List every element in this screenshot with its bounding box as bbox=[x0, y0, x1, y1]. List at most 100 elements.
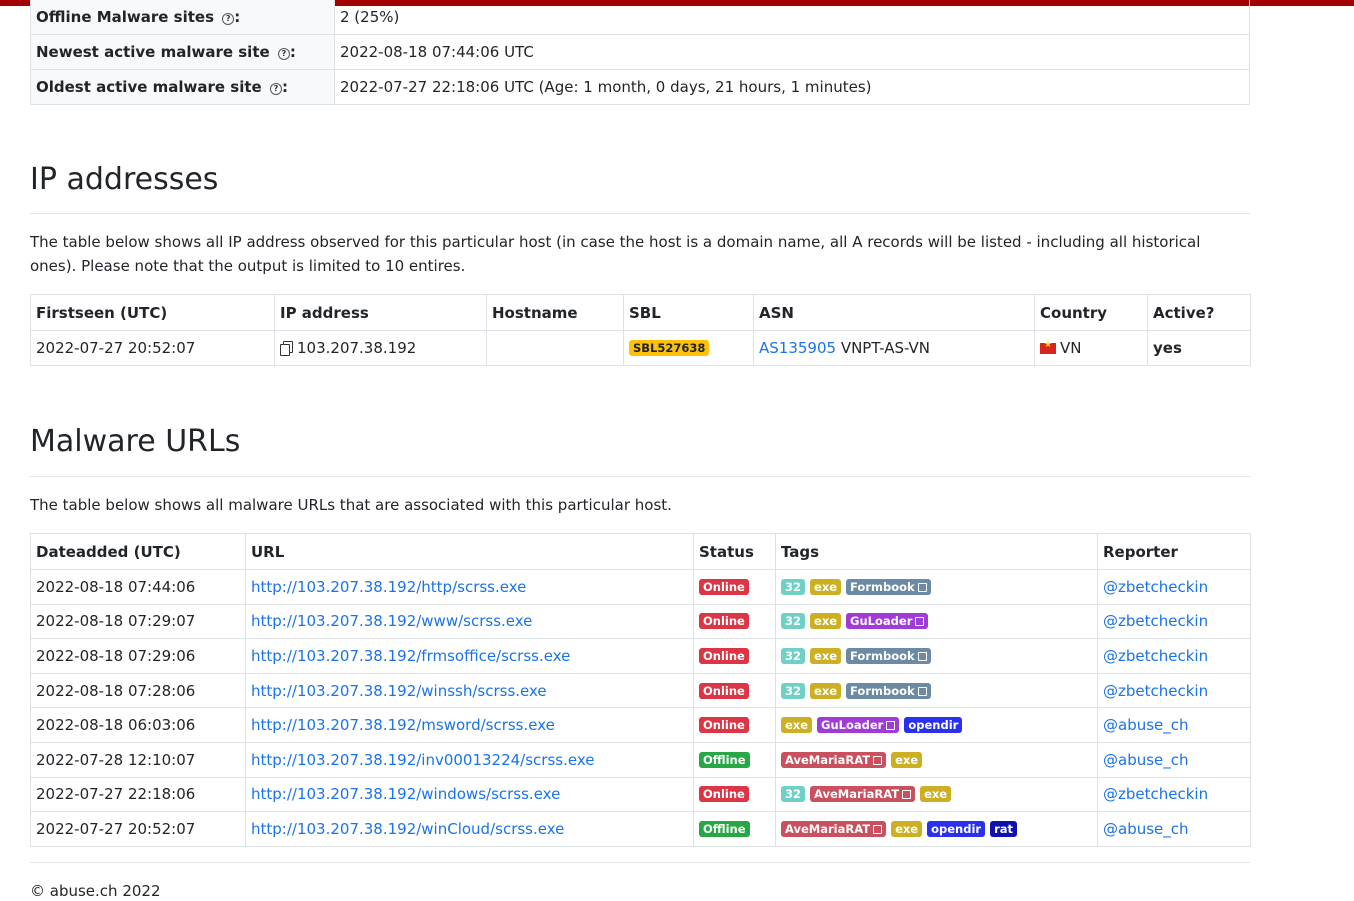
sbl-badge[interactable]: SBL527638 bbox=[629, 340, 710, 356]
malware-url-link[interactable]: http://103.207.38.192/msword/scrss.exe bbox=[251, 716, 555, 734]
ip-description: The table below shows all IP address obs… bbox=[30, 233, 1201, 275]
tag-label: 32 bbox=[785, 648, 802, 663]
tag-badge[interactable]: Formbook bbox=[846, 578, 931, 595]
col-tags[interactable]: Tags bbox=[775, 533, 1098, 570]
tag-badge[interactable]: exe bbox=[781, 717, 813, 734]
tag-label: exe bbox=[814, 683, 838, 698]
tag-badge[interactable]: 32 bbox=[781, 578, 806, 595]
table-row: 2022-07-28 12:10:07 http://103.207.38.192… bbox=[30, 741, 1251, 778]
tag-badge[interactable]: AveMariaRAT bbox=[781, 751, 887, 768]
stat-label: Offline Malware sites ?: bbox=[30, 0, 335, 35]
ip-addresses-table: Firstseen (UTC) IP address Hostname SBL … bbox=[30, 294, 1251, 366]
table-header-row: Firstseen (UTC) IP address Hostname SBL … bbox=[30, 294, 1251, 331]
external-link-icon bbox=[886, 721, 896, 731]
hostname-cell bbox=[486, 330, 624, 366]
tag-label: exe bbox=[814, 614, 838, 629]
tags-cell: 32 exe Formbook bbox=[775, 672, 1098, 709]
help-icon[interactable]: ? bbox=[269, 83, 282, 95]
reporter-link[interactable]: @zbetcheckin bbox=[1103, 682, 1208, 700]
tag-label: GuLoader bbox=[821, 718, 884, 733]
tag-badge[interactable]: 32 bbox=[781, 613, 806, 630]
malware-url-link[interactable]: http://103.207.38.192/frmsoffice/scrss.e… bbox=[251, 647, 570, 665]
help-icon[interactable]: ? bbox=[277, 48, 290, 60]
col-sbl[interactable]: SBL bbox=[623, 294, 754, 331]
col-firstseen[interactable]: Firstseen (UTC) bbox=[30, 294, 275, 331]
malware-url-link[interactable]: http://103.207.38.192/winCloud/scrss.exe bbox=[251, 820, 564, 838]
reporter-cell: @abuse_ch bbox=[1097, 707, 1251, 743]
copy-icon[interactable] bbox=[280, 341, 293, 356]
dateadded-cell: 2022-08-18 07:29:07 bbox=[30, 603, 246, 640]
stat-value: 2022-08-18 07:44:06 UTC bbox=[334, 34, 1250, 70]
tag-badge[interactable]: GuLoader bbox=[846, 613, 929, 630]
tag-label: 32 bbox=[785, 579, 802, 594]
col-status[interactable]: Status bbox=[693, 533, 776, 570]
url-cell: http://103.207.38.192/www/scrss.exe bbox=[245, 603, 694, 640]
external-link-icon bbox=[902, 790, 912, 800]
tags-cell: 32 exe GuLoader bbox=[775, 603, 1098, 640]
tag-badge[interactable]: AveMariaRAT bbox=[781, 820, 887, 837]
tag-label: AveMariaRAT bbox=[785, 821, 871, 836]
reporter-cell: @zbetcheckin bbox=[1097, 672, 1251, 709]
tag-badge[interactable]: exe bbox=[891, 751, 923, 768]
reporter-cell: @abuse_ch bbox=[1097, 811, 1251, 847]
col-asn[interactable]: ASN bbox=[753, 294, 1035, 331]
tag-label: Formbook bbox=[850, 648, 915, 663]
reporter-link[interactable]: @abuse_ch bbox=[1103, 751, 1189, 769]
status-cell: Online bbox=[693, 569, 776, 605]
tag-badge[interactable]: 32 bbox=[781, 682, 806, 699]
tag-badge[interactable]: exe bbox=[920, 786, 952, 803]
tag-badge[interactable]: 32 bbox=[781, 786, 806, 803]
col-country[interactable]: Country bbox=[1034, 294, 1148, 331]
external-link-icon bbox=[873, 755, 883, 765]
reporter-link[interactable]: @zbetcheckin bbox=[1103, 785, 1208, 803]
tag-badge[interactable]: exe bbox=[810, 578, 842, 595]
asn-link[interactable]: AS135905 bbox=[759, 339, 836, 357]
table-row: 2022-08-18 07:29:06 http://103.207.38.192… bbox=[30, 638, 1251, 674]
reporter-link[interactable]: @zbetcheckin bbox=[1103, 578, 1208, 596]
tag-badge[interactable]: exe bbox=[810, 682, 842, 699]
malware-url-link[interactable]: http://103.207.38.192/winssh/scrss.exe bbox=[251, 682, 547, 700]
tag-badge[interactable]: GuLoader bbox=[817, 717, 900, 734]
dateadded-cell: 2022-08-18 07:29:06 bbox=[30, 638, 246, 674]
url-cell: http://103.207.38.192/inv00013224/scrss.… bbox=[245, 741, 694, 778]
col-dateadded[interactable]: Dateadded (UTC) bbox=[30, 533, 246, 570]
tag-badge[interactable]: 32 bbox=[781, 647, 806, 664]
tag-label: 32 bbox=[785, 683, 802, 698]
tags-cell: AveMariaRAT exe bbox=[775, 741, 1098, 778]
malware-urls-table: Dateadded (UTC) URL Status Tags Reporter… bbox=[30, 533, 1251, 847]
tag-badge[interactable]: rat bbox=[990, 820, 1018, 837]
status-cell: Offline bbox=[693, 741, 776, 778]
col-reporter[interactable]: Reporter bbox=[1097, 533, 1251, 570]
col-hostname[interactable]: Hostname bbox=[486, 294, 624, 331]
dateadded-cell: 2022-08-18 07:44:06 bbox=[30, 569, 246, 605]
tag-badge[interactable]: exe bbox=[810, 647, 842, 664]
tags-cell: AveMariaRAT exe opendir rat bbox=[775, 811, 1098, 847]
stat-label: Newest active malware site ?: bbox=[30, 34, 335, 70]
tag-badge[interactable]: AveMariaRAT bbox=[810, 786, 916, 803]
country-cell: VN bbox=[1034, 330, 1148, 366]
tag-badge[interactable]: exe bbox=[810, 613, 842, 630]
url-cell: http://103.207.38.192/winssh/scrss.exe bbox=[245, 672, 694, 709]
tag-badge[interactable]: Formbook bbox=[846, 682, 931, 699]
reporter-link[interactable]: @zbetcheckin bbox=[1103, 612, 1208, 630]
malware-url-link[interactable]: http://103.207.38.192/http/scrss.exe bbox=[251, 578, 526, 596]
reporter-link[interactable]: @abuse_ch bbox=[1103, 820, 1189, 838]
reporter-link[interactable]: @abuse_ch bbox=[1103, 716, 1189, 734]
malware-urls-heading: Malware URLs bbox=[30, 424, 241, 459]
tag-badge[interactable]: exe bbox=[891, 820, 923, 837]
table-row: 2022-07-27 20:52:07 103.207.38.192 SBL52… bbox=[30, 330, 1251, 366]
col-active[interactable]: Active? bbox=[1147, 294, 1251, 331]
col-ip-address[interactable]: IP address bbox=[274, 294, 487, 331]
reporter-link[interactable]: @zbetcheckin bbox=[1103, 647, 1208, 665]
tag-badge[interactable]: opendir bbox=[927, 820, 986, 837]
tag-badge[interactable]: opendir bbox=[904, 717, 963, 734]
malware-url-link[interactable]: http://103.207.38.192/inv00013224/scrss.… bbox=[251, 751, 594, 769]
asn-cell: AS135905 VNPT-AS-VN bbox=[753, 330, 1035, 366]
external-link-icon bbox=[917, 582, 927, 592]
malware-url-link[interactable]: http://103.207.38.192/www/scrss.exe bbox=[251, 612, 532, 630]
col-url[interactable]: URL bbox=[245, 533, 694, 570]
tag-badge[interactable]: Formbook bbox=[846, 647, 931, 664]
status-badge: Offline bbox=[699, 820, 750, 837]
malware-url-link[interactable]: http://103.207.38.192/windows/scrss.exe bbox=[251, 785, 560, 803]
help-icon[interactable]: ? bbox=[222, 12, 235, 25]
